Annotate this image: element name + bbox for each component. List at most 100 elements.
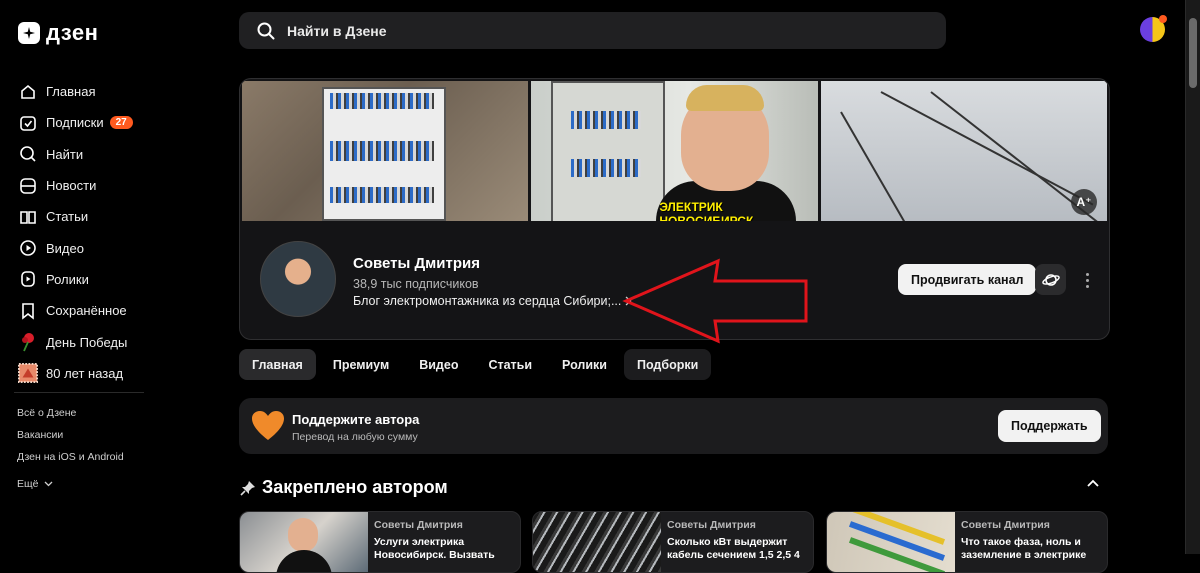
chevron-up-icon[interactable] [1086,478,1100,488]
planet-button[interactable] [1035,264,1066,295]
sidebar-item-news[interactable]: Новости [18,170,133,201]
carnation-icon [18,332,38,352]
banner-photo-ceiling-wiring: A⁺ [820,81,1107,221]
panel-wires [330,141,434,161]
search-placeholder: Найти в Дзене [287,22,387,39]
link-vacancies[interactable]: Вакансии [17,429,124,451]
user-avatar[interactable] [1140,15,1167,42]
sidebar-item-label: Найти [46,146,84,162]
shorts-icon [18,269,38,289]
pinned-card[interactable]: Советы Дмитрия Услуги электрика Новосиби… [239,511,521,573]
sidebar-item-video[interactable]: Видео [18,232,133,263]
link-mobile-apps[interactable]: Дзен на iOS и Android [17,451,124,473]
pinned-title-text: Закреплено автором [262,477,448,497]
sidebar-footer-links: Всё о Дзене Вакансии Дзен на iOS и Andro… [17,407,124,495]
sidebar-item-shorts[interactable]: Ролики [18,264,133,295]
support-subtitle: Перевод на любую сумму [292,431,418,443]
pin-icon [240,480,255,496]
tab-collections[interactable]: Подборки [623,349,712,380]
pinned-card-title: Услуги электрика Новосибирск. Вызвать [374,536,495,561]
sidebar-item-saved[interactable]: Сохранённое [18,295,133,326]
red-arrow-annotation [622,258,808,344]
pinned-card-thumbnail [533,512,661,572]
page-scrollbar[interactable] [1185,0,1200,554]
sidebar-nav: Главная Подписки 27 Найти Новости Статьи… [18,76,133,389]
bookmark-icon [18,301,38,321]
pinned-section-title: Закреплено автором [240,477,448,498]
link-more[interactable]: Ещё [17,473,124,495]
support-button[interactable]: Поддержать [998,410,1101,442]
pinned-card-title: Сколько кВт выдержит кабель сечением 1,5… [667,536,800,561]
video-icon [18,238,38,258]
subscriptions-icon [18,113,38,133]
sidebar-item-victory-day[interactable]: День Победы [18,326,133,357]
panel-box [551,81,666,221]
articles-icon [18,207,38,227]
subscriptions-count-badge: 27 [109,116,133,130]
sidebar-item-label: День Победы [46,334,128,350]
pinned-card-title: Что такое фаза, ноль и заземление в элек… [961,536,1087,561]
sidebar-divider [14,392,144,393]
promote-channel-button[interactable]: Продвигать канал [898,264,1037,295]
tab-video[interactable]: Видео [406,349,471,380]
tab-main[interactable]: Главная [239,349,316,380]
banner-caption: ЭЛЕКТРИК НОВОСИБИРСК [659,200,754,221]
channel-avatar[interactable] [260,241,336,317]
sidebar-item-search[interactable]: Найти [18,139,133,170]
sidebar-item-label: Подписки [46,115,104,131]
scrollbar-thumb[interactable] [1189,18,1197,88]
logo-text: дзен [46,20,99,45]
tab-shorts[interactable]: Ролики [549,349,620,380]
sidebar-item-label: Главная [46,84,96,100]
channel-description-text: Блог электромонтажника из сердца Сибири;… [353,294,622,308]
panel-wires [571,111,642,129]
channel-subscribers: 38,9 тыс подписчиков [353,277,479,291]
tab-articles[interactable]: Статьи [475,349,545,380]
sidebar-item-label: Ролики [46,271,89,287]
link-about-dzen[interactable]: Всё о Дзене [17,407,124,429]
panel-wires [330,93,434,109]
sidebar-item-label: Сохранённое [46,303,127,319]
sidebar-item-label: Видео [46,240,84,256]
planet-icon [1041,273,1060,286]
ceiling-cable [839,111,942,221]
banner-photo-electrician: ЭЛЕКТРИК НОВОСИБИРСК [531,81,818,221]
pinned-card[interactable]: Советы Дмитрия Что такое фаза, ноль и за… [826,511,1108,573]
support-author-banner: Поддержите автора Перевод на любую сумму… [239,398,1108,454]
ceiling-cable [880,91,1094,206]
search-icon [257,22,275,39]
channel-banner: ЭЛЕКТРИК НОВОСИБИРСК A⁺ [242,81,1107,221]
pinned-card-thumbnail [827,512,955,572]
heart-icon [252,411,284,440]
channel-name[interactable]: Советы Дмитрия [353,255,480,272]
sidebar-item-label: Новости [46,178,97,194]
banner-photo-electrical-panel [242,81,529,221]
sidebar-item-subscriptions[interactable]: Подписки 27 [18,107,133,138]
panel-wires [571,159,642,177]
sidebar-item-home[interactable]: Главная [18,76,133,107]
chevron-down-icon [45,481,53,487]
sidebar-item-80-years-ago[interactable]: 80 лет назад [18,358,133,389]
font-size-button[interactable]: A⁺ [1070,189,1097,215]
pinned-card-author: Советы Дмитрия [667,519,756,531]
dzen-logo-icon [18,22,40,44]
home-icon [18,82,38,102]
channel-tabs: Главная Премиум Видео Статьи Ролики Подб… [239,349,712,380]
pinned-card[interactable]: Советы Дмитрия Сколько кВт выдержит кабе… [532,511,814,573]
search-icon [18,144,38,164]
person-hair [686,85,765,111]
support-title: Поддержите автора [292,412,420,427]
panel-wires [330,187,434,203]
dzen-logo[interactable]: дзен [18,20,98,46]
search-input[interactable]: Найти в Дзене [239,12,946,49]
tab-premium[interactable]: Премиум [320,349,402,380]
more-options-button[interactable] [1080,266,1094,294]
news-icon [18,176,38,196]
sidebar-item-label: Статьи [46,209,89,225]
pinned-card-thumbnail [240,512,368,572]
pinned-card-author: Советы Дмитрия [374,519,463,531]
channel-description[interactable]: Блог электромонтажника из сердца Сибири;… [353,294,632,308]
sidebar-item-label: 80 лет назад [46,365,124,381]
pinned-card-author: Советы Дмитрия [961,519,1050,531]
sidebar-item-articles[interactable]: Статьи [18,201,133,232]
